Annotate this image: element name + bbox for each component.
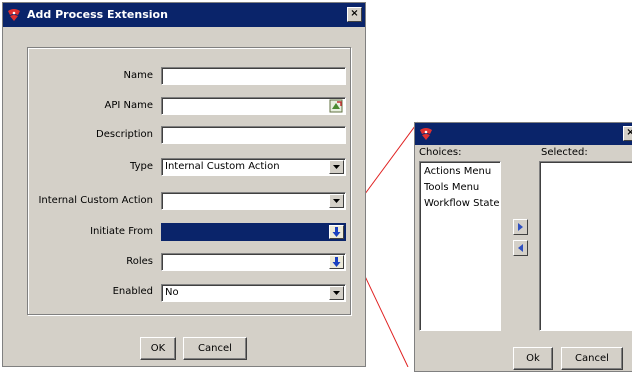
ok-button[interactable]: OK	[140, 337, 176, 360]
blue-down-arrow-icon[interactable]	[329, 225, 344, 239]
arrow-left-icon[interactable]	[513, 240, 528, 256]
internal-custom-action-select[interactable]	[161, 192, 346, 210]
api-name-label: API Name	[104, 100, 153, 111]
enabled-label: Enabled	[112, 286, 153, 297]
list-item[interactable]: Tools Menu	[424, 182, 479, 193]
name-input[interactable]	[161, 67, 346, 85]
description-label: Description	[96, 129, 153, 140]
chevron-down-icon[interactable]	[329, 160, 344, 174]
choices-list[interactable]: Actions Menu Tools Menu Workflow State	[419, 161, 501, 331]
app-logo-icon	[419, 127, 433, 141]
name-label: Name	[123, 70, 153, 81]
app-logo-icon	[7, 8, 21, 22]
type-select[interactable]: Internal Custom Action	[161, 158, 346, 176]
api-name-input[interactable]	[161, 97, 346, 115]
type-label: Type	[130, 161, 153, 172]
roles-multiselect[interactable]	[161, 253, 346, 271]
chooser-titlebar[interactable]: ×	[415, 123, 632, 145]
cancel-button[interactable]: Cancel	[183, 337, 247, 360]
roles-label: Roles	[126, 256, 153, 267]
selected-label: Selected:	[541, 147, 588, 158]
internal-custom-action-label: Internal Custom Action	[38, 195, 153, 206]
lookup-picker-icon[interactable]	[329, 99, 343, 113]
chooser-close-button[interactable]: ×	[623, 126, 632, 141]
enabled-select[interactable]: No	[161, 284, 346, 302]
chevron-down-icon[interactable]	[329, 194, 344, 208]
close-button[interactable]: ×	[347, 7, 362, 22]
blue-down-arrow-icon[interactable]	[329, 255, 344, 269]
dialog-titlebar[interactable]: Add Process Extension ×	[3, 3, 365, 27]
chevron-down-icon[interactable]	[329, 286, 344, 300]
list-item[interactable]: Actions Menu	[424, 166, 491, 177]
initiate-from-chooser-dialog: × Choices: Selected: Actions Menu Tools …	[414, 122, 632, 372]
choices-label: Choices:	[419, 147, 462, 158]
initiate-from-multiselect[interactable]	[161, 223, 346, 241]
add-process-extension-dialog: Add Process Extension × Name API Name De…	[2, 2, 366, 367]
selected-list[interactable]	[539, 161, 632, 331]
initiate-from-label: Initiate From	[90, 226, 153, 237]
list-item[interactable]: Workflow State	[424, 198, 500, 209]
form-group-box	[27, 47, 351, 315]
arrow-right-icon[interactable]	[513, 219, 528, 235]
description-input[interactable]	[161, 126, 346, 144]
dialog-title: Add Process Extension	[27, 8, 168, 21]
